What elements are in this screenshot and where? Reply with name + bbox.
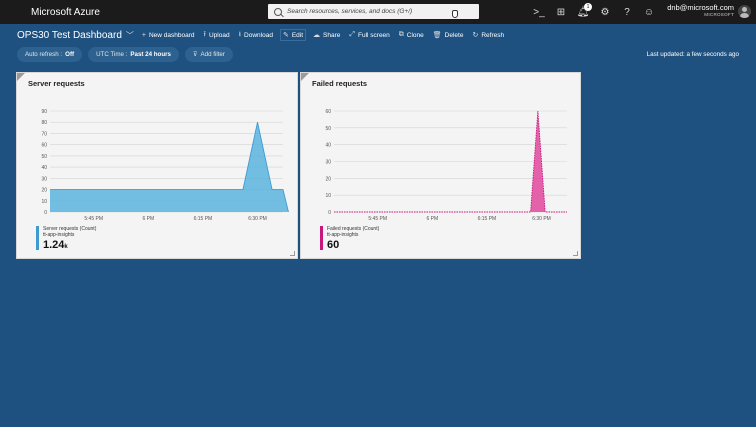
clone-icon: ⧉ bbox=[398, 31, 404, 38]
y-tick-label: 50 bbox=[325, 126, 331, 132]
delete-label: Delete bbox=[444, 31, 464, 39]
y-tick-label: 40 bbox=[41, 165, 47, 171]
notifications-icon[interactable]: 🔔︎ 1 bbox=[572, 0, 594, 24]
avatar[interactable] bbox=[738, 5, 751, 18]
delete-button[interactable]: 🗑 Delete bbox=[432, 31, 464, 40]
new-dashboard-button[interactable]: + New dashboard bbox=[142, 32, 195, 39]
auto-refresh-label: Auto refresh : bbox=[25, 51, 63, 58]
x-tick-label: 6:15 PM bbox=[478, 216, 497, 222]
refresh-icon: ↻ bbox=[472, 32, 479, 39]
filter-bar: Auto refresh : Off UTC Time : Past 24 ho… bbox=[17, 47, 239, 62]
feedback-icon[interactable]: ☺ bbox=[638, 0, 660, 24]
y-tick-label: 30 bbox=[41, 176, 47, 182]
legend-source: tt-app-insights bbox=[327, 232, 359, 238]
x-tick-label: 6 PM bbox=[142, 216, 154, 222]
failed-requests-tile[interactable]: Failed requests 0 10 20 30 40 50 60 5:45 PM 6 PM… bbox=[300, 72, 581, 259]
x-tick-label: 5:45 PM bbox=[368, 216, 387, 222]
legend-value: 1.24 bbox=[43, 239, 65, 251]
y-tick-label: 90 bbox=[41, 109, 47, 115]
chart-legend[interactable]: Server requests (Count) tt-app-insights … bbox=[36, 226, 96, 253]
mouse-cursor bbox=[452, 10, 458, 18]
delete-icon: 🗑 bbox=[432, 32, 442, 39]
share-icon: ☁ bbox=[313, 32, 321, 39]
legend-value: 60 bbox=[327, 239, 340, 251]
edit-icon: ✎ bbox=[282, 32, 289, 39]
global-search[interactable] bbox=[268, 4, 479, 19]
last-updated: Last updated: a few seconds ago bbox=[646, 51, 739, 58]
full-screen-icon: ⤢ bbox=[349, 31, 355, 38]
full-screen-button[interactable]: ⤢ Full screen bbox=[349, 31, 389, 39]
dashboard-title: OPS30 Test Dashboard bbox=[17, 29, 122, 41]
y-tick-label: 0 bbox=[44, 210, 47, 216]
resize-handle[interactable] bbox=[290, 251, 295, 256]
chart-legend[interactable]: Failed requests (Count) tt-app-insights … bbox=[320, 226, 379, 253]
add-filter-button[interactable]: ⊽ Add filter bbox=[184, 47, 233, 62]
directory-filter-icon[interactable]: ⊞ bbox=[550, 0, 572, 24]
download-button[interactable]: ⭳ Download bbox=[239, 30, 273, 41]
share-button[interactable]: ☁ Share bbox=[313, 31, 341, 40]
share-label: Share bbox=[323, 31, 341, 39]
refresh-label: Refresh bbox=[481, 31, 505, 39]
upload-button[interactable]: ⭱ Upload bbox=[204, 30, 230, 41]
y-tick-label: 30 bbox=[325, 160, 331, 166]
y-tick-label: 20 bbox=[325, 176, 331, 182]
x-tick-label: 6:15 PM bbox=[194, 216, 213, 222]
server-requests-tile[interactable]: Server requests 0 10 20 30 40 50 60 70 80 90 5:45 … bbox=[16, 72, 298, 259]
upload-label: Upload bbox=[208, 31, 230, 39]
y-tick-label: 10 bbox=[41, 199, 47, 205]
brand-title[interactable]: Microsoft Azure bbox=[0, 7, 240, 18]
resize-handle[interactable] bbox=[573, 251, 578, 256]
filter-icon: ⊽ bbox=[192, 51, 198, 58]
dashboard-toolbar: OPS30 Test Dashboard ﹀ + New dashboard ⭱ Up… bbox=[0, 27, 513, 43]
y-tick-label: 10 bbox=[325, 193, 331, 199]
edit-label: Edit bbox=[291, 31, 304, 39]
chevron-down-icon[interactable]: ﹀ bbox=[126, 30, 134, 41]
top-icons: >_ ⊞ 🔔︎ 1 ⚙ ? ☺ bbox=[528, 0, 660, 24]
full-screen-label: Full screen bbox=[358, 31, 390, 39]
x-tick-label: 6 PM bbox=[426, 216, 438, 222]
help-icon[interactable]: ? bbox=[616, 0, 638, 24]
clone-label: Clone bbox=[406, 31, 424, 39]
time-range-filter[interactable]: UTC Time : Past 24 hours bbox=[88, 47, 179, 62]
auto-refresh-filter[interactable]: Auto refresh : Off bbox=[17, 47, 83, 62]
y-tick-label: 70 bbox=[41, 131, 47, 137]
new-dashboard-label: New dashboard bbox=[148, 31, 195, 39]
legend-color-bar bbox=[36, 226, 39, 250]
y-tick-label: 20 bbox=[41, 188, 47, 194]
legend-color-bar bbox=[320, 226, 323, 250]
y-tick-label: 40 bbox=[325, 143, 331, 149]
legend-unit: k bbox=[64, 244, 68, 250]
download-icon: ⭳ bbox=[238, 30, 242, 38]
time-range-label: UTC Time : bbox=[96, 51, 128, 58]
y-tick-label: 60 bbox=[325, 109, 331, 115]
search-input[interactable] bbox=[287, 8, 467, 15]
notification-badge: 1 bbox=[584, 3, 592, 11]
clone-button[interactable]: ⧉ Clone bbox=[399, 31, 424, 39]
settings-icon[interactable]: ⚙ bbox=[594, 0, 616, 24]
cloud-shell-icon[interactable]: >_ bbox=[528, 0, 550, 24]
add-filter-label: Add filter bbox=[200, 51, 225, 58]
upload-icon: ⭱ bbox=[203, 30, 206, 38]
x-tick-label: 6:30 PM bbox=[248, 216, 267, 222]
x-tick-label: 5:45 PM bbox=[84, 216, 103, 222]
y-tick-label: 80 bbox=[41, 120, 47, 126]
edit-button[interactable]: ✎ Edit bbox=[279, 29, 307, 41]
user-account[interactable]: dnb@microsoft.com MICROSOFT bbox=[667, 3, 734, 17]
x-tick-label: 6:30 PM bbox=[532, 216, 551, 222]
legend-source: tt-app-insights bbox=[43, 232, 75, 238]
user-email: dnb@microsoft.com bbox=[667, 3, 734, 12]
y-tick-label: 50 bbox=[41, 154, 47, 160]
download-label: Download bbox=[244, 31, 273, 39]
time-range-value: Past 24 hours bbox=[130, 51, 171, 58]
auto-refresh-value: Off bbox=[65, 51, 75, 58]
refresh-button[interactable]: ↻ Refresh bbox=[472, 31, 505, 40]
search-icon bbox=[274, 7, 282, 16]
y-tick-label: 60 bbox=[41, 143, 47, 149]
user-org: MICROSOFT bbox=[704, 12, 734, 17]
y-tick-label: 0 bbox=[328, 210, 331, 216]
new-dashboard-icon: + bbox=[141, 31, 146, 39]
